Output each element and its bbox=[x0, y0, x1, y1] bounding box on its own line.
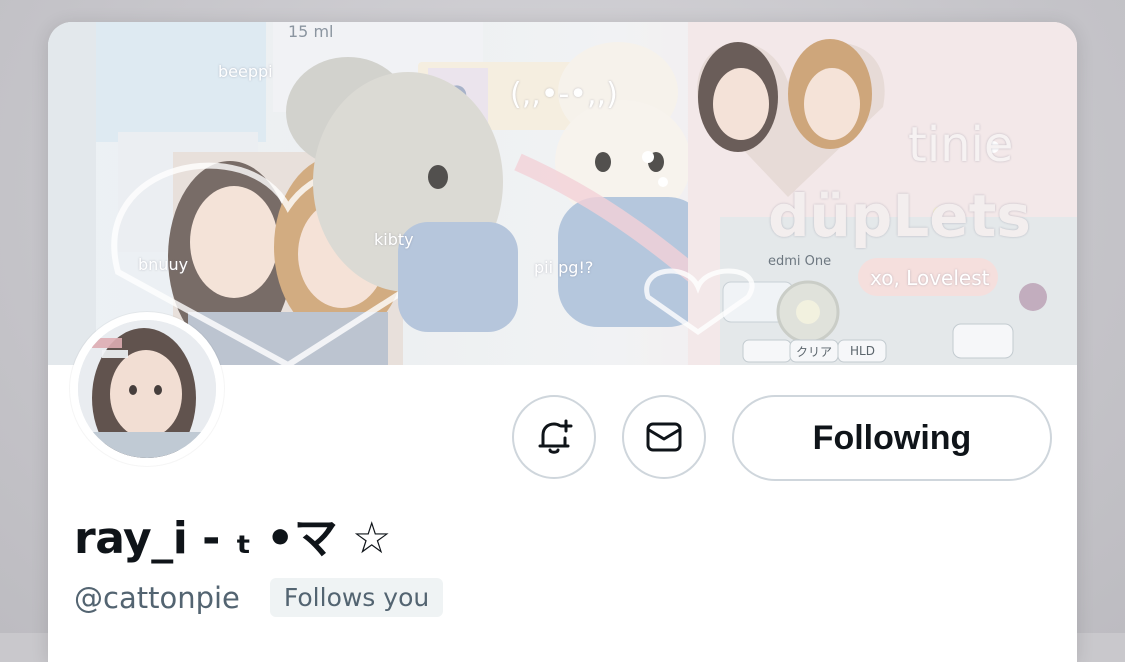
profile-banner[interactable]: tinie düpLets xo, Lovelest (,,•-•,,) kib… bbox=[48, 22, 1077, 365]
profile-card: tinie düpLets xo, Lovelest (,,•-•,,) kib… bbox=[48, 22, 1077, 662]
user-handle: @cattonpie bbox=[74, 580, 240, 615]
notify-button[interactable] bbox=[512, 395, 596, 479]
profile-avatar[interactable] bbox=[70, 312, 224, 466]
follows-you-badge: Follows you bbox=[269, 578, 444, 617]
message-button[interactable] bbox=[622, 395, 706, 479]
envelope-icon bbox=[646, 422, 682, 452]
bell-plus-icon bbox=[538, 419, 573, 454]
avatar-photo bbox=[78, 320, 216, 458]
handle-row: @cattonpie Follows you bbox=[74, 578, 444, 617]
banner-collage bbox=[48, 22, 1077, 365]
following-button[interactable]: Following bbox=[732, 395, 1052, 481]
display-name: ray_i - ₜ •マ ☆ bbox=[74, 513, 391, 564]
